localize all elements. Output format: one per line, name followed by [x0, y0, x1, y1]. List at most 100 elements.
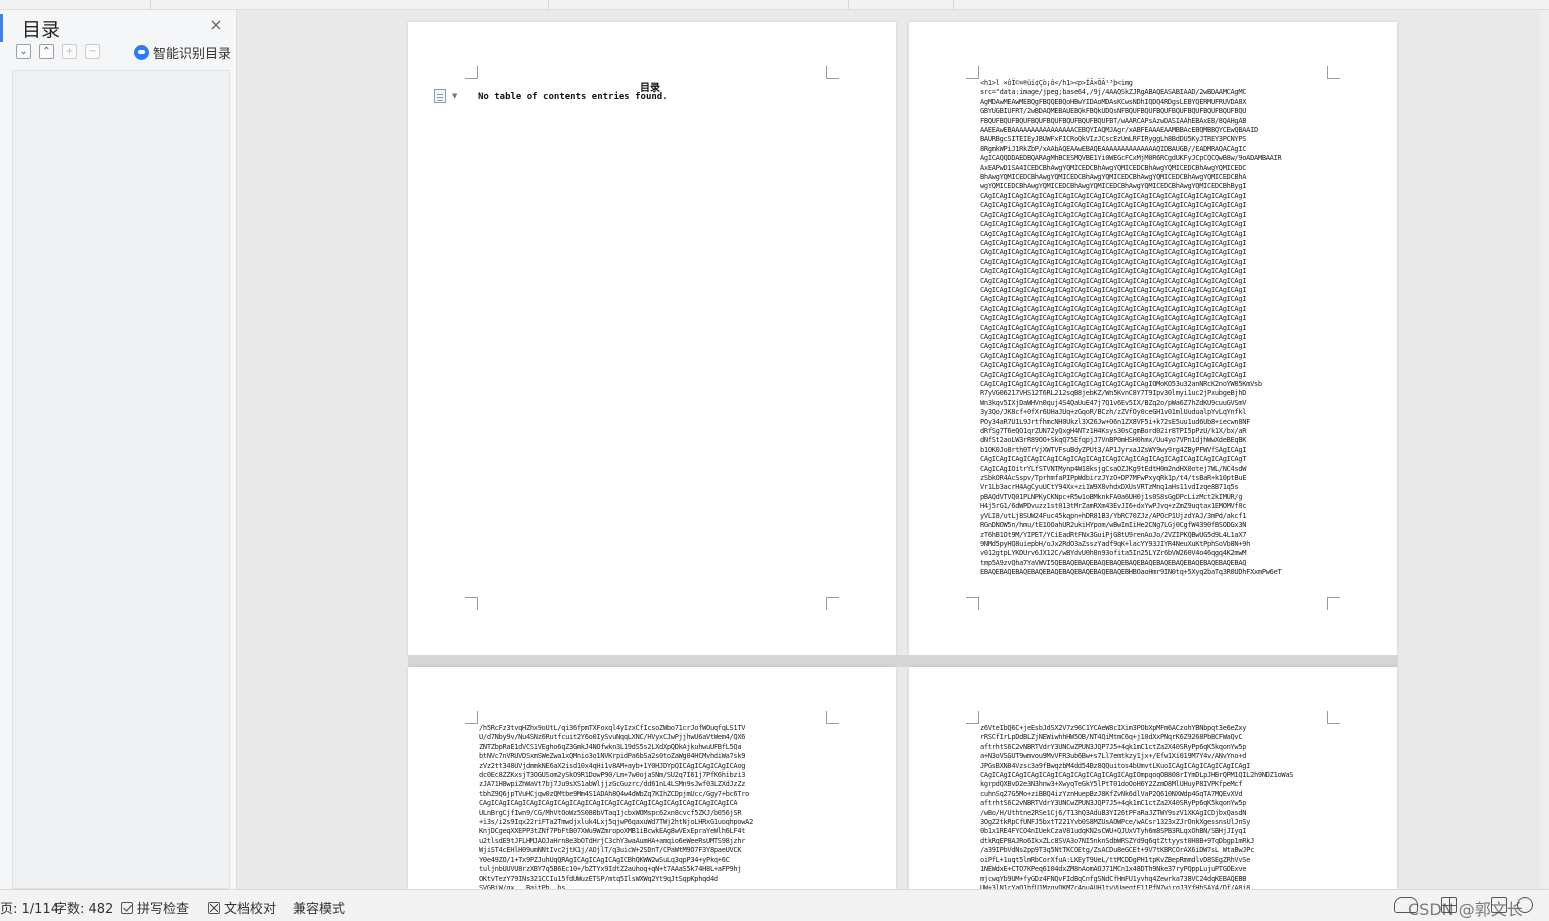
vertical-scrollbar[interactable] [1540, 10, 1549, 889]
text-line: R7yVG06217VHS12T6RL212sqB8jebKZ/Wn5KvnC8… [980, 389, 1247, 398]
add-heading-icon[interactable]: + [62, 44, 77, 59]
text-line: 3OgZ2tkRpCfUNFJ5bxtT221Yvb0S8MZUsAOWPce/… [980, 818, 1251, 827]
text-line: CAgICAgICAgICAgICAgICAgICAgICAgICAgICAgI… [980, 771, 1294, 780]
tab-divider [848, 0, 849, 9]
page-corner-mark [1327, 597, 1340, 610]
text-line: CAgICAgICAgICAgICAgICAgICAgICAgICAgICAgI… [479, 799, 738, 808]
page-counter[interactable]: 页: 1/114 [0, 898, 59, 917]
text-line: CAgICAgICAgICAgICAgICAgICAgICAgICAgICAgI… [980, 342, 1247, 351]
text-line: dNfSt2aoLW3rR89OO+SkqQ75EfqpjJ7VnBP0mHSH… [980, 436, 1247, 445]
text-line: 0b1x1RE4FYCO4nIUekCzaV81udqKN2sCWU+QJUxV… [980, 827, 1247, 836]
text-line: CAgICAgICAgICAgICAgICAgICAgICAgICAgICAgI… [980, 210, 1247, 219]
toc-tree-area[interactable] [12, 70, 230, 889]
page-corner-mark [465, 597, 478, 610]
checkbox-icon [121, 902, 133, 914]
text-line: zT6hB1Ot9M/YIPET/YCiEadRtFNx3GuiPjG8tU9r… [980, 530, 1247, 539]
expand-all-icon[interactable]: ⌄ [16, 44, 31, 59]
text-line: EBAQEBAQEBAQEBAQEBAQEBAQEBAQEBAQEBAQEBHB… [980, 568, 1282, 577]
page-corner-mark [966, 711, 979, 724]
toc-empty-message: No table of contents entries found. [478, 92, 668, 102]
compat-mode: 兼容模式 [293, 902, 346, 917]
text-line: CAgICAgICAgICAgICAgICAgICAgICAgICAgICAgI… [980, 267, 1247, 276]
text-line: CAgICAgICAgICAgICAgICAgICAgICAgICAgICAgI… [980, 285, 1247, 294]
text-line: rRSCfIrLpDdBLZjNEWiwhhHW5OB/NT4QiMtmC6q+… [980, 733, 1243, 742]
base64-text-block: /h5RcFz3tvqHZhx9oUtL/qi36fpmTXFoxql4yIzx… [479, 724, 753, 889]
text-line: cuhnSq27G5Mo+ziBBQ4izYznHuepBzJ8KfZvNk6d… [980, 789, 1243, 798]
text-line: pBAQdVTVQ01PLNPKyCKNpc+R5w1oBMknkFA0a6UH… [980, 492, 1243, 501]
toc-navigation-pane: 目录 × ⌄ ⌃ + − 智能识别目录 [0, 10, 237, 889]
watermark-text: CSDN @郭文长 [1408, 900, 1523, 919]
text-line: FBQUFBQUFBQUFBQUFBQUFBQUFBQUFBQUFBT/wAAR… [980, 116, 1247, 125]
text-line: tbhZ9Q6jpTVuHCjqw0zQMtbe9Mm4S1ADAh8Q4w4d… [479, 789, 750, 798]
text-line: U/d7Nby9v/Nu4SNz6Rutfcuit2Y6o0IySvuNqqLX… [479, 733, 746, 742]
text-line: CAgICAgICAgICAgICAgICAgICAgICAgICAgICAgI… [980, 361, 1247, 370]
text-line: KnjDCgeqXXEPP3tZNf7PbFtB07XWu9WZmropoXMB… [479, 827, 746, 836]
text-line: AAEEAwEBAAAAAAAAAAAAAAAACEBQYIAQMJAgr/xA… [980, 126, 1258, 135]
text-line: oiPfL+1uqt5lmRbCorXfuA:LKEyT9UeL/ttMCDDg… [980, 855, 1251, 864]
text-line: AgMDAwMEAwMEBQgFBQQEBQoHBwYIDAoMDAsKCwsN… [980, 97, 1247, 106]
page-corner-mark [465, 66, 478, 79]
text-line: POy34aR7U1L9JrtfhmcNH0Ukzl3X26Jw+O6n1ZX8… [980, 417, 1251, 426]
text-line: zSbkOR4AcSspv/TprhmfaPIPpWdbirzJYzO+DP7M… [980, 474, 1247, 483]
page-corner-mark [826, 66, 839, 79]
text-line: BhAwgYQMICEDCBhAwgYQMICEDCBhAwgYQMICEDCB… [980, 173, 1247, 182]
page-corner-mark [966, 597, 979, 610]
document-page-4[interactable]: z6VteIbQ6C+jeEsbJdSX2V7z96C1YCAeW8cIXim3… [909, 667, 1397, 889]
nav-accent-bar [0, 14, 3, 42]
document-page-3[interactable]: /h5RcFz3tvqHZhx9oUtL/qi36fpmTXFoxql4yIzx… [408, 667, 896, 889]
text-line: v012gtpLYKDUrv6JX12C/wBYdvU0h8n93ofita5I… [980, 549, 1247, 558]
smart-toc-icon [134, 45, 149, 60]
text-line: b1OK0Jo8rth0TrVjXWTVFsuBdyZPUt3/AP1Jyrxa… [980, 445, 1247, 454]
text-line: Vr1Lb3acrH4AgCyuUCtY94Xx+zi1W9X8vhdxDXUs… [980, 483, 1239, 492]
text-line: AgICAQQDDAEDBQARAgMhBCESMQVBE1Yi0WEGcFCx… [980, 154, 1282, 163]
chevron-down-icon[interactable]: ▼ [452, 92, 457, 100]
text-line: 1NEWdxE+CTO7KPeq6104dxZM8nAomAOJ71MCn1x4… [980, 865, 1247, 874]
document-icon[interactable] [434, 89, 446, 103]
remove-heading-icon[interactable]: − [85, 44, 100, 59]
text-line: CAgICAgICAgICAgICAgICAgICAgICAgICAgICAgI… [980, 276, 1247, 285]
page-corner-mark [826, 711, 839, 724]
collapse-all-icon[interactable]: ⌃ [39, 44, 54, 59]
close-icon[interactable]: × [207, 16, 225, 34]
text-line: 9NMd5pyHQ8uiepbH/oJx2RdO3aZsszYadf9qK+la… [980, 539, 1251, 548]
text-line: CAgICAgICAgICAgICAgICAgICAgICAgICAgICAgI… [980, 455, 1247, 464]
word-count[interactable]: 字数: 482 [54, 898, 113, 917]
page-gap [408, 655, 1398, 667]
smart-toc-button[interactable]: 智能识别目录 [134, 43, 231, 62]
text-line: CAgICAgICAgICAgICAgICAgICAgICAgICAgICAgI… [980, 191, 1247, 200]
page-corner-mark [465, 711, 478, 724]
text-line: CAgICAgICAgICAgICAgICAgICAgICAgICAgICAgI… [980, 380, 1262, 388]
nav-pane-title: 目录 [22, 19, 61, 41]
text-line: CAgICAgICAgICAgICAgICAgICAgICAgICAgICAgI… [980, 323, 1247, 332]
document-page-1[interactable]: 目录 ▼ No table of contents entries found. [408, 22, 896, 655]
text-line: 3y3Qo/JK8cf+0fXr6UHaJUq+zGqoR/BCzh/zZVfO… [980, 408, 1247, 417]
proofread-icon [208, 902, 220, 914]
text-line: /a39IPbVdNs2pp9T3q5NtTKCOEtg/ZsACDu8eGCE… [980, 846, 1255, 855]
spell-check-button[interactable]: 拼写检查 [121, 898, 189, 917]
page-corner-mark [966, 66, 979, 79]
document-page-2[interactable]: <h1>l ×ôÏ©¤®üí¢Çò¡ô</h1><p>ÏÃ×ÕÃ¹³þ<img s… [909, 22, 1397, 655]
text-line: JPGsBXN84Vzsc3a9fBwqzbM4dd54Bz8QQuitos4b… [980, 761, 1251, 770]
proofread-button[interactable]: 文档校对 [208, 898, 276, 917]
text-line: /h5RcFz3tvqHZhx9oUtL/qi36fpmTXFoxql4yIzx… [479, 724, 746, 732]
text-line: CAgICAgIOitrYLfSTVNTMynp4W18ksjgCsaOZJKg… [980, 464, 1247, 473]
text-line: u2tlsdE9tJFLHMJAOJaHrn8e3bOTdHrjC3chY3wa… [479, 836, 746, 845]
text-line: /wBo/H/Uthtne2RSe1Cj6/T13hQ3AduB3YI26tPF… [980, 808, 1247, 817]
text-line: Wn3kqv5IXjDaWHVn0quj4S4QaUuE47j7Q1v6Ev5I… [980, 398, 1247, 407]
proofread-label: 文档校对 [224, 902, 277, 917]
tab-divider [953, 0, 954, 9]
base64-text-block: <h1>l ×ôÏ©¤®üí¢Çò¡ô</h1><p>ÏÃ×ÕÃ¹³þ<img s… [980, 79, 1282, 578]
text-line: CAgICAgICAgICAgICAgICAgICAgICAgICAgICAgI… [980, 238, 1247, 247]
text-line: dtkRqEP8AJRo6IkxZLc8SVA3o7NI5nknSdbWRSZY… [980, 836, 1255, 845]
text-line: CAgICAgICAgICAgICAgICAgICAgICAgICAgICAgI… [980, 314, 1247, 323]
text-line: a+N3oVSGUT9wmvou9MvVFR3ub6Bw+s7Ll7emtkzy… [980, 752, 1247, 761]
text-line: wgYQMICEDCBhAwgYQMICEDCBhAwgYQMICEDCBhAw… [980, 182, 1247, 191]
text-line: OKtvTezY79INs321CCIu15fdUWuzETSP/mtq5Ils… [479, 874, 718, 883]
text-line: ZNTZbpRaE1dVCS1VEgho6qZ3GmkJ4NOfwkn3L19d… [479, 742, 742, 751]
tab-divider [150, 0, 151, 9]
text-line: aftrhtS6C2vNBRTVdrY3UNCwZPUN3JQP7J5+4qk1… [980, 742, 1247, 751]
nav-toolbar: ⌄ ⌃ + − [16, 44, 100, 59]
text-line: Y0e49ZO/1+Tx9PZJuhUqQRAgICAgICAgICAgICBh… [479, 855, 730, 864]
text-line: AxEAPwD1SA4ICEDCBhAwgYQMICEDCBhAwgYQMICE… [980, 163, 1247, 172]
page-corner-mark [1327, 711, 1340, 724]
